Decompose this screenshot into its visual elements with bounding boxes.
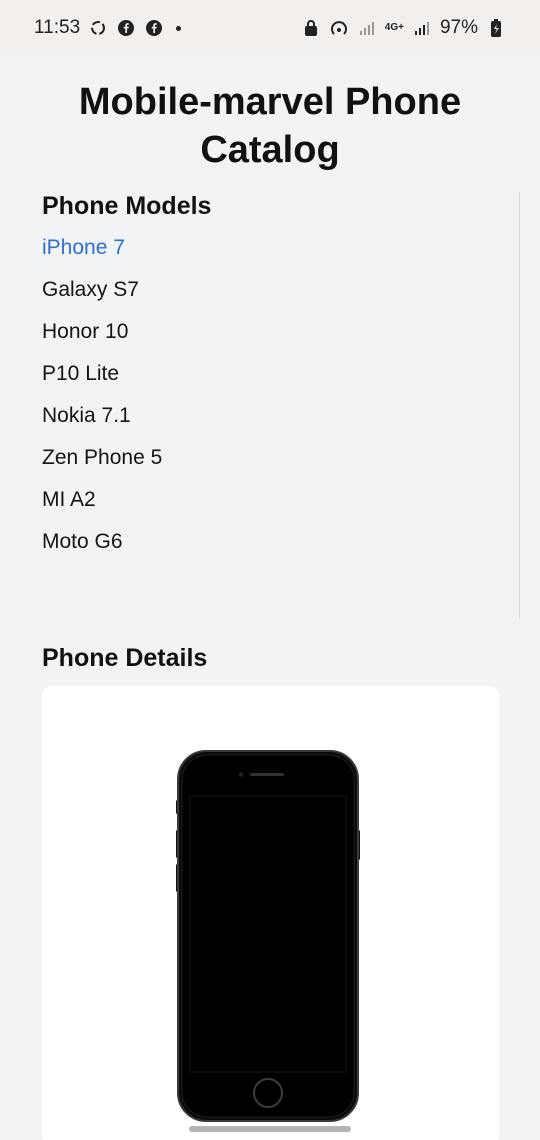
hotspot-icon	[329, 18, 349, 38]
model-item-galaxy-s7[interactable]: Galaxy S7	[42, 276, 512, 318]
network-type-label: 4G+	[384, 22, 404, 33]
lock-icon	[301, 18, 321, 38]
phone-models-list: iPhone 7 Galaxy S7 Honor 10 P10 Lite Nok…	[42, 234, 512, 570]
signal-icon	[412, 18, 432, 38]
phone-details-section: Phone Details	[42, 642, 499, 1140]
status-bar: 11:53 4G+ 97%	[0, 0, 540, 56]
vertical-divider	[519, 192, 520, 618]
model-item-moto-g6[interactable]: Moto G6	[42, 528, 512, 570]
page-content: Mobile-marvel Phone Catalog Phone Models…	[0, 56, 540, 1140]
facebook-icon	[116, 18, 136, 38]
status-left: 11:53	[34, 17, 182, 39]
battery-charging-icon	[486, 18, 506, 38]
model-item-mi-a2[interactable]: MI A2	[42, 486, 512, 528]
iphone-7-image	[176, 750, 360, 1127]
phone-models-section: Phone Models iPhone 7 Galaxy S7 Honor 10…	[42, 190, 512, 570]
status-time: 11:53	[34, 17, 81, 38]
sync-icon	[88, 18, 108, 38]
signal-icon	[357, 18, 377, 38]
phone-models-heading: Phone Models	[42, 192, 212, 220]
model-item-zen-phone-5[interactable]: Zen Phone 5	[42, 444, 512, 486]
home-indicator[interactable]	[189, 1126, 351, 1132]
facebook-icon	[144, 18, 164, 38]
model-item-p10-lite[interactable]: P10 Lite	[42, 360, 512, 402]
model-item-iphone-7[interactable]: iPhone 7	[42, 234, 512, 276]
battery-percent: 97%	[439, 17, 478, 38]
model-item-honor-10[interactable]: Honor 10	[42, 318, 512, 360]
page-title: Mobile-marvel Phone Catalog	[78, 81, 462, 171]
phone-details-card	[42, 686, 499, 1140]
phone-details-heading: Phone Details	[42, 644, 208, 672]
model-item-nokia-7-1[interactable]: Nokia 7.1	[42, 402, 512, 444]
notification-dot-icon	[176, 25, 182, 31]
status-right: 4G+ 97%	[301, 17, 506, 39]
